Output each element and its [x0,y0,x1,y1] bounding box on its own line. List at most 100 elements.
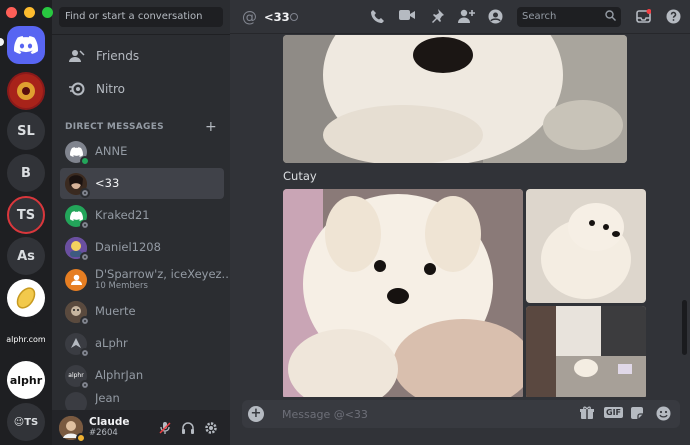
main-content: @ <33 Search Cutay + Message @<33 GIF [230,0,690,445]
dog-photo [283,189,523,397]
message-image[interactable] [526,189,646,303]
dm-item-jean[interactable]: Jean [60,392,224,410]
home-button[interactable] [7,26,45,64]
dm-name: ANNE [95,144,128,158]
dm-name: Muerte [95,304,136,318]
server-alphr[interactable]: alphr [7,361,45,399]
nav-label: Nitro [96,82,126,96]
window-controls [6,7,53,18]
server-label: B [21,165,31,181]
server-label: alphr.com [6,334,46,344]
headphones-icon[interactable] [181,421,195,438]
group-icon [70,274,82,285]
avatar [65,268,87,291]
server-label: TS [16,207,36,223]
dog-photo [283,35,627,163]
find-conversation-button[interactable]: Find or start a conversation [59,7,223,27]
message-image[interactable] [283,189,523,397]
message-composer[interactable]: + Message @<33 GIF [242,400,680,428]
settings-gear-icon[interactable] [204,421,218,438]
server-ts[interactable]: TS [7,196,45,234]
server-ts-wink[interactable]: 😉TS [7,403,45,441]
status-offline-indicator [80,187,90,198]
create-dm-button[interactable]: + [205,119,217,135]
server-icon-1[interactable] [7,72,45,110]
server-rail: SL B TS As alphr.com alphr 😉TS [0,20,52,445]
at-icon: @ [242,8,257,26]
maximize-window-button[interactable] [42,7,53,18]
avatar [65,300,90,326]
server-label: alphr [9,373,43,387]
nav-friends[interactable]: Friends [60,42,224,70]
dm-item-alphr[interactable]: aLphr [60,328,224,359]
bread-icon [16,287,36,309]
gif-button[interactable]: GIF [604,407,624,418]
user-panel: Claude #2604 [52,410,230,445]
status-offline-indicator [80,347,90,358]
server-label: As [17,248,35,264]
minimize-window-button[interactable] [24,7,35,18]
dm-item-kraked21[interactable]: Kraked21 [60,200,224,231]
search-placeholder: Search [522,11,557,22]
server-b[interactable]: B [7,154,45,192]
dm-name: Kraked21 [95,208,150,222]
server-icon-7[interactable] [7,279,45,317]
friends-icon [68,47,86,65]
close-window-button[interactable] [6,7,17,18]
message-image[interactable] [283,35,627,163]
add-friend-icon[interactable] [457,9,475,27]
mute-mic-icon[interactable] [158,421,172,438]
channel-header: @ <33 Search [230,0,690,34]
emoji-icon[interactable] [656,406,671,424]
pin-icon[interactable] [428,9,446,27]
message-text: Cutay [283,169,317,183]
message-image[interactable] [526,306,646,397]
scrollbar[interactable] [682,300,687,355]
dm-name: D'Sparrow'z, iceXeyez... [95,267,233,281]
call-icon[interactable] [368,9,386,28]
dm-item-33[interactable]: <33 [60,168,224,199]
dm-item-muerte[interactable]: Muerte [60,296,224,327]
gift-icon[interactable] [580,406,594,423]
nav-nitro[interactable]: Nitro [60,75,224,103]
dm-text: D'Sparrow'z, iceXeyez... 10 Members [95,268,233,291]
search-input[interactable]: Search [517,7,621,27]
inbox-icon[interactable] [634,9,652,28]
unread-pill [0,38,4,46]
sticker-icon[interactable] [630,406,644,423]
dm-name: aLphr [95,336,128,350]
dm-name: Jean [95,392,120,405]
status-offline-indicator [80,219,90,230]
user-tag: #2604 [89,428,118,439]
dm-item-group[interactable]: D'Sparrow'z, iceXeyez... 10 Members [60,264,233,295]
username: Claude [89,415,130,428]
status-offline-indicator [80,251,90,262]
add-attachment-button[interactable]: + [248,406,264,422]
server-alphr-com[interactable]: alphr.com [6,320,46,358]
avatar [65,332,90,358]
divider [52,34,230,35]
server-label: 😉TS [13,416,39,428]
message-input-placeholder: Message @<33 [282,408,368,421]
status-idle-indicator [76,432,86,443]
avatar: alphr [65,364,90,390]
server-sl[interactable]: SL [7,112,45,150]
status-offline-indicator [80,315,90,326]
dm-item-anne[interactable]: ANNE [60,136,224,167]
discord-logo-icon [14,36,38,54]
avatar [65,172,90,198]
dm-sidebar: Find or start a conversation Friends Nit… [52,0,233,445]
server-as[interactable]: As [7,237,45,275]
dm-item-alphrjan[interactable]: alphr AlphrJan [60,360,224,391]
dm-item-daniel1208[interactable]: Daniel1208 [60,232,224,263]
dm-member-count: 10 Members [95,281,148,292]
profile-icon[interactable] [486,9,504,28]
dm-name: AlphrJan [95,368,144,382]
dragon-icon [9,74,43,108]
video-icon[interactable] [398,9,416,25]
channel-title: <33 [264,10,290,24]
user-info[interactable]: Claude #2604 [89,415,130,439]
avatar [65,204,90,230]
help-icon[interactable] [664,9,682,28]
user-avatar[interactable] [59,415,86,443]
